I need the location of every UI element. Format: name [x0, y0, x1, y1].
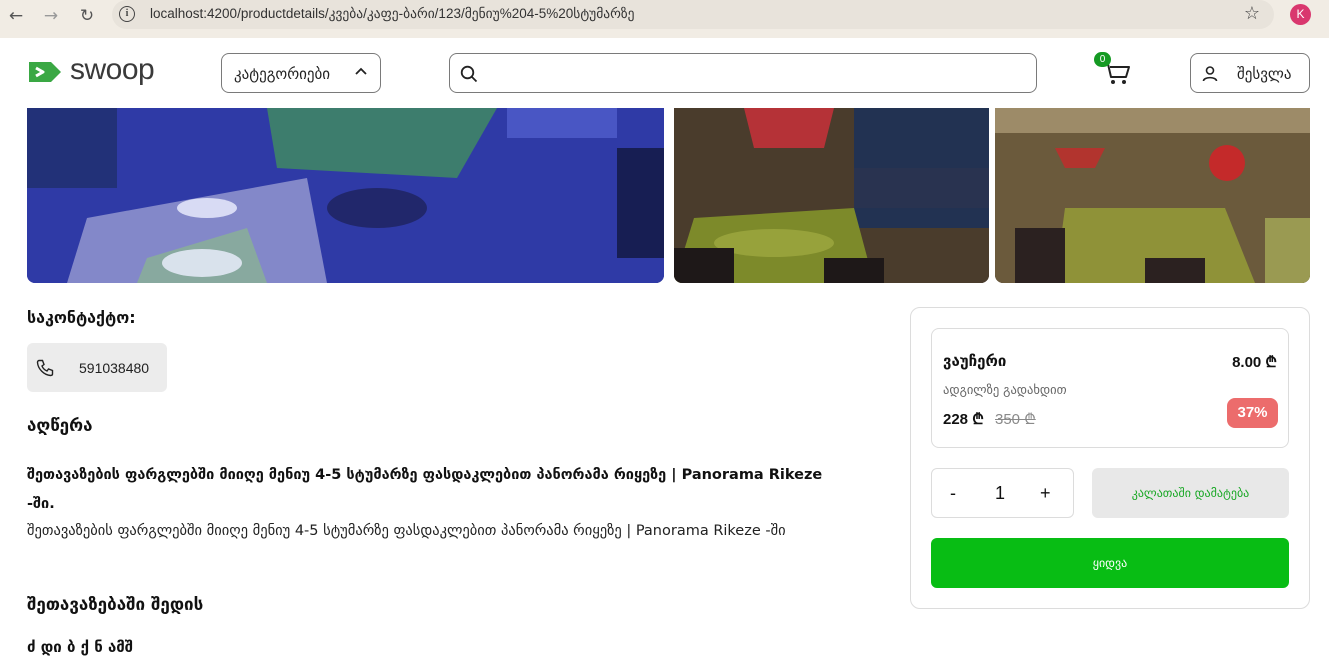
user-icon [1202, 66, 1218, 82]
gallery-photo-3[interactable] [995, 108, 1310, 283]
swoop-logo-icon [29, 62, 61, 82]
voucher-subtitle: ადგილზე გადახდით [943, 382, 1067, 397]
description-title: აღწერა [27, 416, 93, 436]
logo-text: swoop [70, 53, 155, 86]
arrow-right-icon[interactable]: → [40, 5, 62, 27]
description-text: შეთავაზების ფარგლებში მიიღე მენიუ 4-5 სტ… [27, 523, 786, 539]
address-url[interactable]: localhost:4200/productdetails/კვება/კაფე… [150, 6, 634, 22]
chevron-up-icon [355, 67, 367, 75]
search-icon [460, 65, 478, 83]
voucher-price: 8.00 ₾ [1232, 354, 1277, 371]
voucher-title: ვაუჩერი [943, 352, 1007, 370]
phone-icon [36, 359, 54, 377]
cart-count-badge: 0 [1094, 52, 1111, 67]
buy-button[interactable]: ყიდვა [931, 538, 1289, 588]
restaurant-photo-image [27, 108, 664, 283]
gallery-photo-main[interactable] [27, 108, 664, 283]
browser-toolbar: ← → ↻ i localhost:4200/productdetails/კვ… [0, 0, 1329, 38]
quantity-value: 1 [995, 483, 1006, 503]
phone-number: 591038480 [79, 360, 150, 376]
gallery-photo-2[interactable] [674, 108, 989, 283]
login-label: შესვლა [1237, 65, 1292, 83]
increase-button[interactable]: + [1040, 483, 1051, 504]
discount-badge: 37% [1227, 398, 1278, 428]
phone-box[interactable]: 591038480 [27, 343, 167, 392]
includes-item: ძ დი ბ ქ ნ ამშ [27, 638, 134, 656]
contact-title: საკონტაქტო: [27, 308, 136, 327]
restaurant-photo-image [674, 108, 989, 283]
profile-avatar[interactable]: K [1290, 4, 1311, 25]
categories-label: კატეგორიები [234, 65, 331, 83]
voucher-card[interactable]: ვაუჩერი 8.00 ₾ ადგილზე გადახდით 228 ₾ 35… [931, 328, 1289, 448]
categories-button[interactable]: კატეგორიები [221, 53, 381, 93]
includes-title: შეთავაზებაში შედის [27, 595, 204, 615]
search-input[interactable] [488, 60, 1028, 86]
add-to-cart-button[interactable]: კალათაში დამატება [1092, 468, 1289, 518]
site-info-icon[interactable]: i [119, 6, 135, 22]
description-bold-text: შეთავაზების ფარგლებში მიიღე მენიუ 4-5 სტ… [27, 467, 823, 512]
voucher-new-price: 228 ₾ [943, 411, 984, 428]
star-icon[interactable]: ☆ [1244, 3, 1260, 24]
restaurant-photo-image [995, 108, 1310, 283]
reload-icon[interactable]: ↻ [76, 5, 98, 27]
arrow-left-icon[interactable]: ← [5, 5, 27, 27]
login-button[interactable]: შესვლა [1190, 53, 1310, 93]
address-bar[interactable]: i localhost:4200/productdetails/კვება/კა… [112, 0, 1274, 29]
quantity-stepper: - 1 + [931, 468, 1074, 518]
search-box[interactable] [449, 53, 1037, 93]
decrease-button[interactable]: - [950, 483, 956, 504]
voucher-old-price: 350 ₾ [995, 411, 1036, 428]
